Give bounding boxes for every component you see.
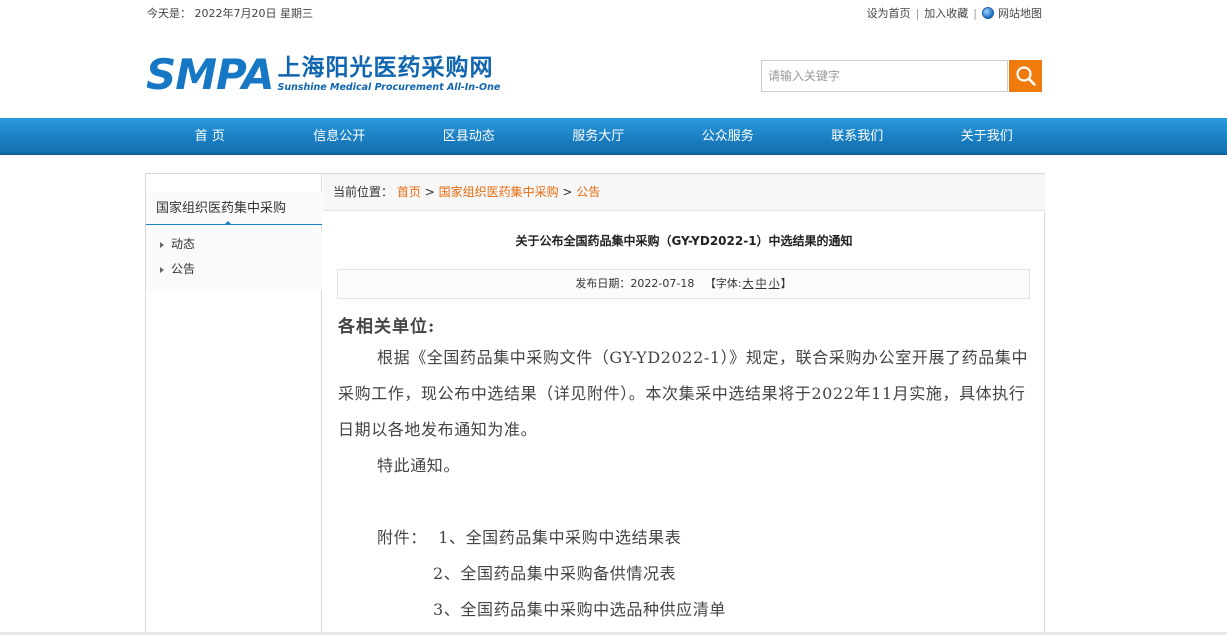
article-title: 关于公布全国药品集中采购（GY-YD2022-1）中选结果的通知 xyxy=(515,234,853,248)
article-paragraph: 根据《全国药品集中采购文件（GY-YD2022-1）》规定，联合采购办公室开展了… xyxy=(338,348,1029,439)
attachment-row: 附件： 1、全国药品集中采购中选结果表 xyxy=(338,520,1030,556)
breadcrumb-separator: > xyxy=(424,185,435,199)
nav-about-us[interactable]: 关于我们 xyxy=(922,118,1052,155)
arrow-right-icon xyxy=(160,266,164,273)
site-logo[interactable]: SMPA 上海阳光医药采购网 Sunshine Medical Procurem… xyxy=(146,54,500,96)
article-body: 各相关单位: 根据《全国药品集中采购文件（GY-YD2022-1）》规定，联合采… xyxy=(338,314,1030,628)
nav-home[interactable]: 首 页 xyxy=(145,118,275,155)
attachment-row: 2、全国药品集中采购备供情况表 xyxy=(338,556,1030,592)
search-button[interactable] xyxy=(1009,60,1042,92)
sidebar-item-news[interactable]: 动态 xyxy=(146,232,322,257)
nav-district-news[interactable]: 区县动态 xyxy=(404,118,534,155)
content-area: 当前位置： 首页 > 国家组织医药集中采购 > 公告 关于公布全国药品集中采购（… xyxy=(323,174,1045,635)
sidebar-item-label: 公告 xyxy=(171,262,196,276)
attachment-link[interactable]: 2、全国药品集中采购备供情况表 xyxy=(433,564,676,583)
set-homepage-link[interactable]: 设为首页 xyxy=(867,5,911,21)
article-paragraph: 特此通知。 xyxy=(377,456,461,475)
top-bar: 今天是： 2022年7月20日 星期三 设为首页 | 加入收藏 | 网站地图 xyxy=(0,0,1227,26)
nav-service-hall[interactable]: 服务大厅 xyxy=(534,118,664,155)
nav-contact-us[interactable]: 联系我们 xyxy=(793,118,923,155)
divider: | xyxy=(973,6,977,20)
logo-en-name: Sunshine Medical Procurement All-In-One xyxy=(277,82,501,93)
sidebar-item-label: 动态 xyxy=(171,237,196,251)
breadcrumb-label: 当前位置： xyxy=(333,185,394,199)
search-input[interactable] xyxy=(761,60,1008,92)
greeting: 各相关单位: xyxy=(338,317,436,337)
search-box xyxy=(761,60,1042,92)
main-nav: 首 页 信息公开 区县动态 服务大厅 公众服务 联系我们 关于我们 xyxy=(0,118,1227,155)
sitemap-link[interactable]: 网站地图 xyxy=(998,5,1042,21)
breadcrumb-category[interactable]: 国家组织医药集中采购 xyxy=(439,185,559,199)
publish-date: 发布日期：2022-07-18 xyxy=(575,277,695,290)
breadcrumb: 当前位置： 首页 > 国家组织医药集中采购 > 公告 xyxy=(323,174,1045,211)
nav-info-disclosure[interactable]: 信息公开 xyxy=(275,118,405,155)
current-date: 今天是： 2022年7月20日 星期三 xyxy=(147,7,313,20)
font-size-large[interactable]: 大 xyxy=(743,277,754,290)
font-size-close: 】 xyxy=(780,277,792,290)
nav-public-service[interactable]: 公众服务 xyxy=(663,118,793,155)
main-panel: 国家组织医药集中采购 动态 公告 当前位置： 首页 > 国家组织医药集中采购 >… xyxy=(145,173,1045,635)
breadcrumb-home[interactable]: 首页 xyxy=(397,185,421,199)
font-size-medium[interactable]: 中 xyxy=(756,277,767,290)
add-favorite-link[interactable]: 加入收藏 xyxy=(924,5,968,21)
logo-mark: SMPA xyxy=(146,50,274,99)
search-icon xyxy=(1015,66,1036,86)
breadcrumb-separator: > xyxy=(562,185,573,199)
sidebar-item-notice[interactable]: 公告 xyxy=(146,257,322,282)
logo-cn-name: 上海阳光医药采购网 xyxy=(277,54,494,81)
sidebar-title-text: 国家组织医药集中采购 xyxy=(156,201,287,216)
sidebar-list: 动态 公告 xyxy=(146,232,322,290)
header: SMPA 上海阳光医药采购网 Sunshine Medical Procurem… xyxy=(0,26,1227,118)
article-meta: 发布日期：2022-07-18 【字体:大中小】 xyxy=(337,269,1030,299)
logo-text: 上海阳光医药采购网 Sunshine Medical Procurement A… xyxy=(277,54,500,93)
sidebar: 国家组织医药集中采购 动态 公告 xyxy=(146,174,322,635)
divider: | xyxy=(915,6,920,20)
active-marker-icon xyxy=(224,221,232,225)
globe-icon xyxy=(982,7,994,19)
attachments-label: 附件： xyxy=(377,528,427,547)
attachment-link[interactable]: 3、全国药品集中采购中选品种供应清单 xyxy=(433,600,726,619)
font-size-label: 【字体: xyxy=(704,277,742,290)
font-size-small[interactable]: 小 xyxy=(769,277,780,290)
arrow-right-icon xyxy=(160,241,164,248)
breadcrumb-current[interactable]: 公告 xyxy=(576,185,600,199)
sidebar-title: 国家组织医药集中采购 xyxy=(146,192,322,225)
attachment-link[interactable]: 1、全国药品集中采购中选结果表 xyxy=(438,528,681,547)
top-links: 设为首页 | 加入收藏 | 网站地图 xyxy=(867,5,1042,21)
attachment-row: 3、全国药品集中采购中选品种供应清单 xyxy=(338,592,1030,628)
